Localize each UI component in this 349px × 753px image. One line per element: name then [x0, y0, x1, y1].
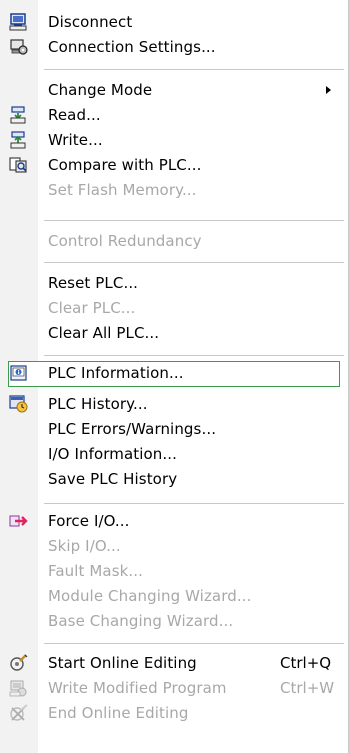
- menu-item-label: Skip I/O...: [48, 537, 121, 555]
- menu-separator: [44, 262, 344, 263]
- menu-item-fault-mask[interactable]: Fault Mask...: [0, 559, 348, 584]
- menu-item-label: Clear PLC...: [48, 299, 136, 317]
- disconnect-icon: [9, 13, 29, 31]
- menu-item-shortcut: Ctrl+W: [280, 679, 335, 697]
- menu-item-label: Disconnect: [48, 13, 133, 31]
- menu-item-label: Fault Mask...: [48, 562, 144, 580]
- plc-history-icon: [9, 395, 29, 413]
- menu-item-change-mode[interactable]: Change Mode: [0, 78, 348, 103]
- menu-separator: [44, 643, 344, 644]
- menu-item-io-information[interactable]: I/O Information...: [0, 442, 348, 467]
- menu-item-write-modified-program[interactable]: Write Modified Program Ctrl+W: [0, 676, 348, 701]
- menu-item-set-flash-memory[interactable]: Set Flash Memory...: [0, 178, 348, 203]
- write-icon: [9, 131, 29, 149]
- menu-item-label: Start Online Editing: [48, 654, 197, 672]
- menu-item-clear-all-plc[interactable]: Clear All PLC...: [0, 321, 348, 346]
- menu-item-label: PLC Information...: [48, 364, 184, 382]
- menu-item-label: Force I/O...: [48, 512, 130, 530]
- menu-item-control-redundancy[interactable]: Control Redundancy: [0, 229, 348, 254]
- menu-item-plc-history[interactable]: PLC History...: [0, 392, 348, 417]
- menu-item-force-io[interactable]: Force I/O...: [0, 509, 348, 534]
- menu-separator: [44, 69, 344, 70]
- menu-item-reset-plc[interactable]: Reset PLC...: [0, 271, 348, 296]
- submenu-arrow-icon: [326, 86, 331, 94]
- menu-item-save-plc-history[interactable]: Save PLC History: [0, 467, 348, 492]
- write-modified-icon: [9, 679, 29, 697]
- start-online-editing-icon: [9, 654, 29, 672]
- menu-item-read[interactable]: Read...: [0, 103, 348, 128]
- menu-item-start-online-editing[interactable]: Start Online Editing Ctrl+Q: [0, 651, 348, 676]
- menu-item-label: PLC History...: [48, 395, 148, 413]
- menu-item-label: Change Mode: [48, 81, 153, 99]
- force-io-icon: [9, 512, 29, 530]
- menu-item-connection-settings[interactable]: Connection Settings...: [0, 35, 348, 60]
- menu-item-label: Control Redundancy: [48, 232, 202, 250]
- read-icon: [9, 106, 29, 124]
- menu-item-label: Reset PLC...: [48, 274, 139, 292]
- menu-item-label: Module Changing Wizard...: [48, 587, 252, 605]
- menu-item-label: End Online Editing: [48, 704, 189, 722]
- menu-item-clear-plc[interactable]: Clear PLC...: [0, 296, 348, 321]
- online-context-menu: Disconnect Connection Settings... Change…: [0, 0, 349, 753]
- menu-item-skip-io[interactable]: Skip I/O...: [0, 534, 348, 559]
- menu-item-plc-information[interactable]: PLC Information...: [8, 361, 340, 387]
- menu-item-label: Connection Settings...: [48, 38, 216, 56]
- end-online-editing-icon: [9, 704, 29, 722]
- menu-item-shortcut: Ctrl+Q: [280, 654, 332, 672]
- menu-item-label: Write...: [48, 131, 103, 149]
- menu-item-compare-with-plc[interactable]: Compare with PLC...: [0, 153, 348, 178]
- menu-item-label: Clear All PLC...: [48, 324, 160, 342]
- plc-information-icon: [10, 364, 30, 382]
- menu-item-label: Write Modified Program: [48, 679, 227, 697]
- menu-separator: [44, 220, 344, 221]
- menu-item-disconnect[interactable]: Disconnect: [0, 10, 348, 35]
- menu-item-label: Read...: [48, 106, 101, 124]
- connection-settings-icon: [9, 38, 29, 56]
- menu-item-label: Compare with PLC...: [48, 156, 202, 174]
- menu-item-label: I/O Information...: [48, 445, 177, 463]
- menu-separator: [44, 355, 344, 356]
- menu-item-base-changing-wizard[interactable]: Base Changing Wizard...: [0, 609, 348, 634]
- compare-icon: [9, 156, 29, 174]
- menu-item-label: PLC Errors/Warnings...: [48, 420, 217, 438]
- menu-item-label: Set Flash Memory...: [48, 181, 197, 199]
- menu-item-write[interactable]: Write...: [0, 128, 348, 153]
- menu-item-module-changing-wizard[interactable]: Module Changing Wizard...: [0, 584, 348, 609]
- menu-separator: [44, 503, 344, 504]
- menu-item-end-online-editing[interactable]: End Online Editing: [0, 701, 348, 726]
- menu-item-label: Base Changing Wizard...: [48, 612, 234, 630]
- menu-item-label: Save PLC History: [48, 470, 178, 488]
- menu-item-plc-errors-warnings[interactable]: PLC Errors/Warnings...: [0, 417, 348, 442]
